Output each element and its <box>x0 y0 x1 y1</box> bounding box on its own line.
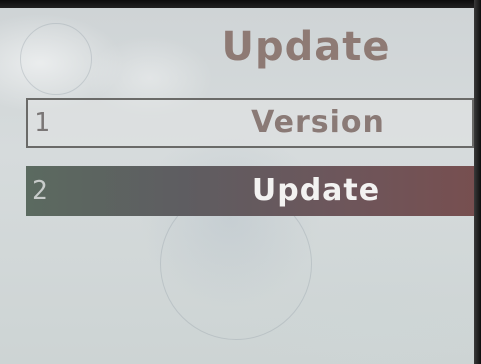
menu-item-version[interactable]: 1 Version <box>26 98 474 148</box>
screen-title: Update <box>221 24 391 70</box>
menu-item-update[interactable]: 2 Update <box>26 166 474 216</box>
lcd-screen: Update 1 Version 2 Update <box>0 8 474 364</box>
device-bezel-right <box>474 0 481 364</box>
screen-reflection <box>20 23 92 95</box>
menu-item-label: Update <box>251 173 381 208</box>
menu-item-number: 1 <box>34 108 50 138</box>
menu-item-number: 2 <box>32 176 48 206</box>
device: Update 1 Version 2 Update <box>0 0 481 364</box>
menu-item-label: Version <box>251 105 385 140</box>
